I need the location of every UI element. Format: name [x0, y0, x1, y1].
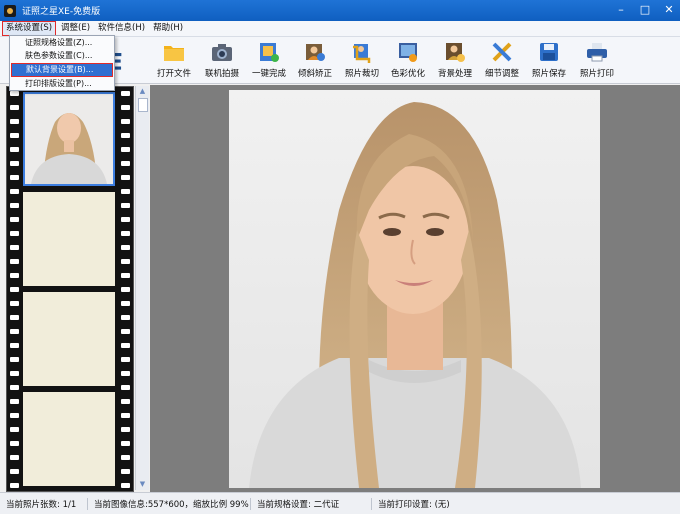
photo-print-label: 照片打印 — [579, 69, 614, 79]
menu-help[interactable]: 帮助(H) — [150, 22, 186, 35]
photo-save-label: 照片保存 — [531, 69, 566, 79]
status-print: 当前打印设置: (无) — [378, 499, 450, 510]
save-icon — [538, 41, 560, 63]
tethered-shoot-button[interactable]: 联机拍摄 — [198, 41, 246, 79]
detail-adjust-label: 细节调整 — [484, 69, 519, 79]
menu-item-default-background[interactable]: 默认背景设置(B)... — [11, 63, 113, 77]
menu-item-print-layout[interactable]: 打印排版设置(P)... — [11, 78, 113, 90]
thumbnail-empty[interactable] — [23, 392, 115, 486]
background-process-button[interactable]: 背景处理 — [431, 41, 479, 79]
film-holes-left — [10, 91, 20, 491]
photo-print-button[interactable]: 照片打印 — [573, 41, 621, 79]
tilt-correct-button[interactable]: 倾斜矫正 — [291, 41, 339, 79]
status-spec: 当前规格设置: 二代证 — [251, 497, 372, 510]
menu-item-skin-settings[interactable]: 肤色参数设置(C)... — [11, 50, 113, 62]
detail-adjust-button[interactable]: 细节调整 — [478, 41, 526, 79]
app-window: 证照之星XE-免费版 – □ ✕ 系统设置(S) 调整(E) 软件信息(H) 帮… — [0, 0, 680, 514]
minimize-button[interactable]: – — [614, 3, 628, 17]
thumbnail-selected[interactable] — [23, 92, 115, 186]
open-file-label: 打开文件 — [156, 69, 191, 79]
printer-icon — [586, 41, 608, 63]
folder-icon — [163, 41, 185, 63]
scroll-thumb[interactable] — [138, 98, 148, 112]
system-settings-dropdown: 证照规格设置(Z)... 肤色参数设置(C)... 默认背景设置(B)... 打… — [9, 35, 115, 91]
one-click-icon — [258, 41, 280, 63]
film-holes-right — [121, 91, 131, 491]
thumbnail-empty[interactable] — [23, 292, 115, 386]
portrait-photo[interactable] — [229, 90, 600, 488]
color-optimize-button[interactable]: 色彩优化 — [384, 41, 432, 79]
window-title: 证照之星XE-免费版 — [22, 7, 101, 17]
background-icon — [444, 41, 466, 63]
tilt-correct-label: 倾斜矫正 — [297, 69, 332, 79]
filmstrip-scrollbar[interactable]: ▲ ▼ — [135, 86, 149, 490]
photo-crop-label: 照片裁切 — [344, 69, 379, 79]
title-bar: 证照之星XE-免费版 – □ ✕ — [0, 0, 680, 21]
thumbnail-empty[interactable] — [23, 192, 115, 286]
thumbnail-filmstrip — [6, 86, 134, 492]
photo-canvas — [150, 85, 680, 492]
maximize-button[interactable]: □ — [638, 3, 652, 17]
scroll-down-icon[interactable]: ▼ — [136, 479, 149, 490]
menu-item-spec-settings[interactable]: 证照规格设置(Z)... — [11, 37, 113, 49]
tethered-shoot-label: 联机拍摄 — [204, 69, 239, 79]
menu-adjust[interactable]: 调整(E) — [58, 22, 93, 35]
scroll-up-icon[interactable]: ▲ — [136, 86, 149, 97]
one-click-finish-button[interactable]: 一键完成 — [245, 41, 293, 79]
open-file-button[interactable]: 打开文件 — [150, 41, 198, 79]
background-process-label: 背景处理 — [437, 69, 472, 79]
tilt-correct-icon — [304, 41, 326, 63]
one-click-finish-label: 一键完成 — [251, 69, 286, 79]
color-optimize-icon — [397, 41, 419, 63]
menu-software-info[interactable]: 软件信息(H) — [95, 22, 148, 35]
status-image-info: 当前图像信息:557*600，缩放比例 99% — [88, 497, 251, 510]
app-icon — [4, 4, 16, 17]
status-bar: 当前照片张数: 1/1 当前图像信息:557*600，缩放比例 99% 当前规格… — [0, 492, 680, 514]
close-button[interactable]: ✕ — [662, 3, 676, 17]
status-photo-count: 当前照片张数: 1/1 — [0, 497, 88, 510]
color-optimize-label: 色彩优化 — [390, 69, 425, 79]
detail-adjust-icon — [491, 41, 513, 63]
camera-icon — [211, 41, 233, 63]
crop-icon — [351, 41, 373, 63]
photo-save-button[interactable]: 照片保存 — [525, 41, 573, 79]
menu-system-settings[interactable]: 系统设置(S) — [2, 21, 57, 36]
photo-crop-button[interactable]: 照片裁切 — [338, 41, 386, 79]
